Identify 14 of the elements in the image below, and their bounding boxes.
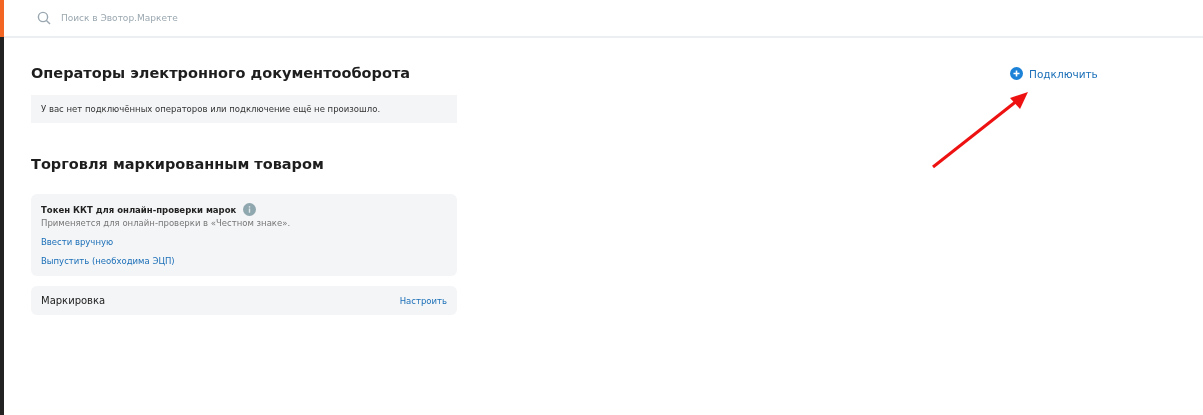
empty-notice: У вас нет подключённых операторов или подключение ещё не произошло. xyxy=(31,95,457,123)
token-link[interactable]: Ввести вручную xyxy=(41,237,114,247)
section-title: Операторы электронного документооборота xyxy=(31,65,411,81)
token-title: Токен ККТ для онлайн-проверки марок xyxy=(41,204,237,215)
plus-icon xyxy=(1010,67,1023,80)
search-field[interactable]: Поиск в Эвотор.Маркете xyxy=(59,12,263,24)
section-title: Торговля маркированным товаром xyxy=(31,156,325,172)
token-link[interactable]: Выпустить (необходима ЭЦП) xyxy=(41,256,175,266)
connect-link[interactable]: Подключить xyxy=(1010,67,1098,80)
marking-label: Маркировка xyxy=(41,295,106,306)
info-icon[interactable] xyxy=(243,203,257,216)
token-description: Применяется для онлайн-проверки в «Честном знаке». xyxy=(41,218,291,228)
configure-link[interactable]: Настроить xyxy=(399,295,447,306)
search-icon xyxy=(37,11,51,25)
